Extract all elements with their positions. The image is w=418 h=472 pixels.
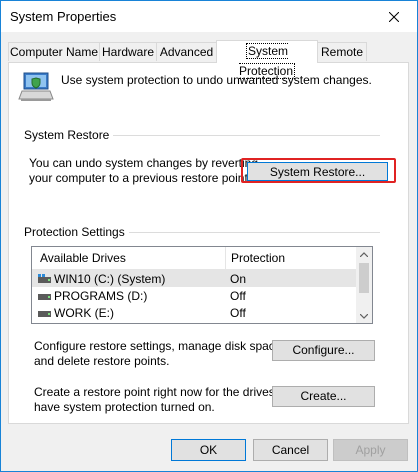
column-header-protection[interactable]: Protection xyxy=(231,251,285,265)
chevron-up-icon xyxy=(360,251,368,257)
window-title: System Properties xyxy=(10,9,117,24)
drive-name: PROGRAMS (D:) xyxy=(54,289,148,303)
drive-protection-status: Off xyxy=(230,289,246,303)
system-restore-description-line1: You can undo system changes by reverting xyxy=(29,156,259,170)
cancel-button[interactable]: Cancel xyxy=(253,439,328,461)
create-description-line1: Create a restore point right now for the… xyxy=(34,385,299,399)
system-restore-button[interactable]: System Restore... xyxy=(247,162,388,181)
close-icon xyxy=(389,11,399,22)
create-description-line2: have system protection turned on. xyxy=(34,400,215,414)
system-restore-divider xyxy=(108,135,380,136)
protection-settings-group-label: Protection Settings xyxy=(24,225,129,239)
drive-protection-status: On xyxy=(230,272,247,286)
drive-protection-status: Off xyxy=(230,306,246,320)
tab-hardware[interactable]: Hardware xyxy=(99,42,157,61)
drives-list-header: Available Drives Protection xyxy=(32,247,356,270)
system-properties-window: System Properties Computer Name Hardware… xyxy=(0,0,418,472)
tab-advanced[interactable]: Advanced xyxy=(156,42,217,61)
configure-button[interactable]: Configure... xyxy=(272,340,375,361)
system-protection-computer-icon xyxy=(18,72,54,101)
apply-button[interactable]: Apply xyxy=(333,439,408,461)
protection-settings-divider xyxy=(120,232,380,233)
drive-row-d[interactable]: PROGRAMS (D:) Off xyxy=(32,287,356,304)
system-drive-icon xyxy=(38,274,51,283)
tab-panel xyxy=(8,62,409,424)
close-button[interactable] xyxy=(371,1,417,32)
configure-description-line2: and delete restore points. xyxy=(34,354,170,368)
scroll-down-button[interactable] xyxy=(356,309,372,323)
column-separator[interactable] xyxy=(225,247,226,269)
tab-strip: Computer Name Hardware Advanced System P… xyxy=(8,40,412,79)
drive-icon xyxy=(38,294,51,300)
create-description: Create a restore point right now for the… xyxy=(34,385,298,415)
configure-description: Configure restore settings, manage disk … xyxy=(34,339,285,369)
scroll-thumb[interactable] xyxy=(359,263,369,293)
configure-description-line1: Configure restore settings, manage disk … xyxy=(34,339,285,353)
column-header-available-drives[interactable]: Available Drives xyxy=(40,251,126,265)
drive-row-c[interactable]: WIN10 (C:) (System) On xyxy=(32,270,356,287)
tab-system-protection[interactable]: System Protection xyxy=(216,40,318,79)
drives-list[interactable]: Available Drives Protection WIN10 (C:) (… xyxy=(31,246,373,324)
chevron-down-icon xyxy=(360,313,368,319)
drive-icon xyxy=(38,311,51,317)
system-restore-description-line2: your computer to a previous restore poin… xyxy=(29,171,252,185)
system-restore-group-label: System Restore xyxy=(24,128,114,142)
system-restore-description: You can undo system changes by reverting… xyxy=(29,156,258,186)
scroll-up-button[interactable] xyxy=(356,247,372,261)
drive-name: WORK (E:) xyxy=(54,306,114,320)
tab-remote[interactable]: Remote xyxy=(317,42,367,61)
drives-list-scrollbar[interactable] xyxy=(356,247,372,323)
drive-name: WIN10 (C:) (System) xyxy=(54,272,166,286)
title-bar: System Properties xyxy=(1,1,417,32)
drive-row-e[interactable]: WORK (E:) Off xyxy=(32,304,356,321)
tab-computer-name[interactable]: Computer Name xyxy=(8,42,100,61)
intro-text: Use system protection to undo unwanted s… xyxy=(61,73,372,87)
ok-button[interactable]: OK xyxy=(171,439,246,461)
create-button[interactable]: Create... xyxy=(272,386,375,407)
tab-system-protection-label: System Protection xyxy=(238,43,296,79)
